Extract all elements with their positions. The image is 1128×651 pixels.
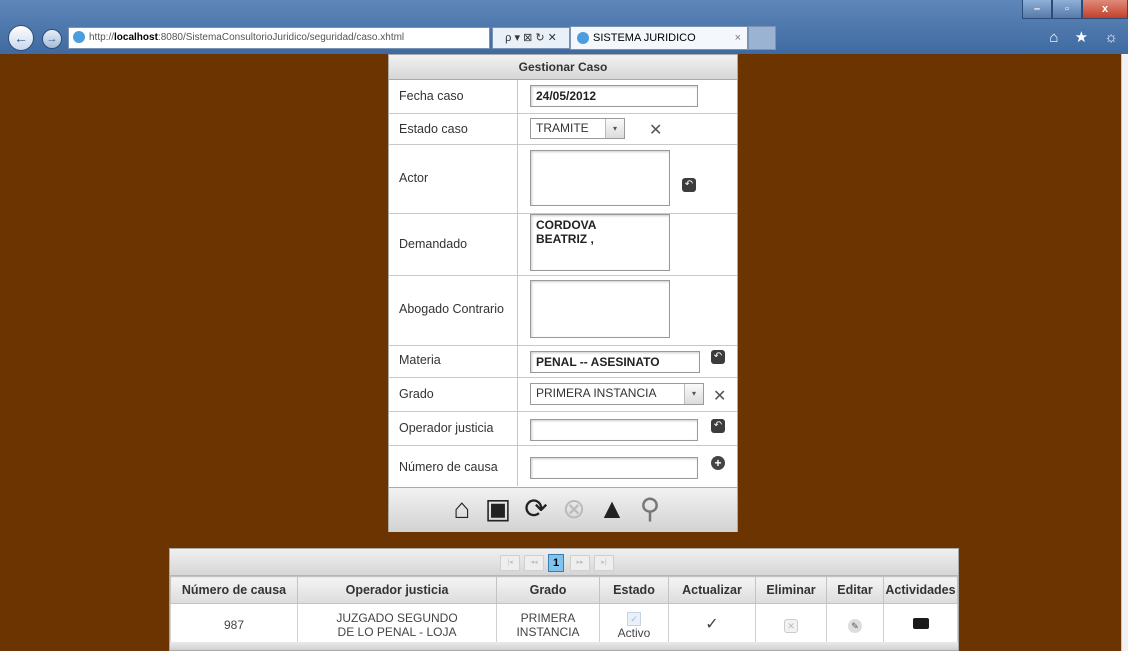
abogado-row: Abogado Contrario — [389, 276, 737, 346]
paginator-top: |◂ ◂◂ 1 ▸▸ ▸| — [170, 549, 958, 576]
col-actividades[interactable]: Actividades — [883, 576, 958, 604]
operador-input[interactable] — [530, 419, 698, 441]
cases-table: |◂ ◂◂ 1 ▸▸ ▸| Número de causa Operador j… — [169, 548, 959, 651]
url-host: localhost — [114, 32, 158, 43]
estado-label: Estado caso — [399, 122, 468, 136]
select-actor-icon[interactable]: ↶ — [682, 178, 696, 192]
grado-label: Grado — [399, 387, 434, 401]
col-operador[interactable]: Operador justicia — [297, 576, 497, 604]
actor-row: Actor ↶ — [389, 145, 737, 214]
form-toolbar: ⌂ ▣ ⟳ ⊗ ▲ ⚲ — [389, 487, 737, 532]
last-page-button[interactable]: ▸| — [594, 555, 614, 571]
cell-grado: PRIMERA INSTANCIA — [496, 603, 600, 647]
col-actualizar[interactable]: Actualizar — [668, 576, 756, 604]
cell-eliminar: ✕ — [755, 603, 827, 647]
col-editar[interactable]: Editar — [826, 576, 884, 604]
chevron-down-icon: ▾ — [684, 384, 703, 404]
grado-select[interactable]: PRIMERA INSTANCIA ▾ — [530, 383, 704, 405]
select-operador-icon[interactable]: ↶ — [711, 419, 725, 433]
back-button[interactable]: ← — [8, 25, 34, 51]
page-scrollbar[interactable] — [1121, 54, 1128, 651]
table-row: 987 JUZGADO SEGUNDO DE LO PENAL - LOJA P… — [170, 603, 958, 647]
numero-row: Número de causa + — [389, 446, 737, 486]
browser-tab[interactable]: SISTEMA JURIDICO × — [570, 26, 748, 50]
address-bar[interactable]: http://localhost:8080/SistemaConsultorio… — [68, 27, 490, 49]
save-icon[interactable]: ▣ — [481, 492, 515, 526]
url-path: :8080/SistemaConsultorioJuridico/segurid… — [157, 32, 405, 43]
grado-row: Grado PRIMERA INSTANCIA ▾ ✕ — [389, 378, 737, 412]
panel-title: Gestionar Caso — [389, 55, 737, 80]
estado-select[interactable]: TRAMITE ▾ — [530, 118, 625, 139]
cell-editar: ✎ — [826, 603, 884, 647]
col-estado[interactable]: Estado — [599, 576, 669, 604]
operador-label: Operador justicia — [399, 421, 494, 435]
grado-value: PRIMERA INSTANCIA — [536, 386, 657, 400]
demandado-row: Demandado CORDOVA BEATRIZ , — [389, 214, 737, 276]
page-1-button[interactable]: 1 — [548, 554, 564, 572]
browser-chrome: – ▫ x ← → http://localhost:8080/SistemaC… — [0, 0, 1128, 54]
select-materia-icon[interactable]: ↶ — [711, 350, 725, 364]
address-bar-tools[interactable]: ρ ▾ ⊠ ↻ ✕ — [492, 27, 570, 49]
prev-page-button[interactable]: ◂◂ — [524, 555, 544, 571]
tab-title: SISTEMA JURIDICO — [593, 32, 696, 44]
abogado-label: Abogado Contrario — [399, 302, 504, 316]
col-numero[interactable]: Número de causa — [170, 576, 298, 604]
edit-pencil-icon[interactable]: ✎ — [848, 618, 862, 633]
col-eliminar[interactable]: Eliminar — [755, 576, 827, 604]
col-grado[interactable]: Grado — [496, 576, 600, 604]
tools-icon[interactable]: ✕ — [649, 120, 662, 140]
estado-row: Estado caso TRAMITE ▾ ✕ — [389, 114, 737, 145]
actor-textarea[interactable] — [530, 150, 670, 206]
add-icon[interactable]: + — [711, 456, 725, 470]
maximize-button[interactable]: ▫ — [1052, 0, 1082, 19]
refresh-icon[interactable]: ⟳ — [519, 492, 553, 526]
cell-actividades — [883, 603, 958, 647]
home-icon[interactable]: ⌂ — [445, 492, 479, 526]
abogado-textarea[interactable] — [530, 280, 670, 338]
browser-right-icons[interactable]: ⌂ ★ ☼ — [1049, 28, 1124, 46]
new-tab-button[interactable] — [748, 26, 776, 50]
cell-numero: 987 — [170, 603, 298, 647]
materia-row: Materia PENAL -- ASESINATO ↶ — [389, 346, 737, 378]
fecha-input[interactable]: 24/05/2012 — [530, 85, 698, 107]
next-page-button[interactable]: ▸▸ — [570, 555, 590, 571]
ie-page-icon — [73, 31, 85, 44]
numero-input[interactable] — [530, 457, 698, 479]
fecha-label: Fecha caso — [399, 89, 464, 103]
estado-checkbox[interactable]: ✓ — [627, 611, 641, 626]
materia-label: Materia — [399, 353, 441, 367]
table-header-row: Número de causa Operador justicia Grado … — [170, 576, 958, 604]
close-window-button[interactable]: x — [1082, 0, 1128, 19]
estado-value: TRAMITE — [536, 121, 589, 135]
first-page-button[interactable]: |◂ — [500, 555, 520, 571]
fecha-row: Fecha caso 24/05/2012 — [389, 80, 737, 114]
tools-icon[interactable]: ✕ — [713, 386, 726, 406]
demandado-label: Demandado — [399, 237, 468, 251]
numero-label: Número de causa — [399, 460, 498, 474]
actor-label: Actor — [399, 171, 429, 185]
ie-tab-icon — [577, 32, 589, 45]
operador-row: Operador justicia ↶ — [389, 412, 737, 446]
delete-icon[interactable]: ⊗ — [557, 492, 591, 526]
delete-row-icon[interactable]: ✕ — [784, 618, 798, 633]
tab-close-icon[interactable]: × — [735, 27, 741, 49]
search-icon[interactable]: ⚲ — [633, 492, 667, 526]
chevron-down-icon: ▾ — [605, 119, 624, 138]
clear-icon[interactable]: ▲ — [595, 492, 629, 526]
minimize-button[interactable]: – — [1022, 0, 1052, 19]
demandado-textarea[interactable]: CORDOVA BEATRIZ , — [530, 214, 670, 271]
actualizar-check-icon[interactable]: ✓ — [668, 603, 756, 647]
cell-estado: ✓ Activo — [599, 603, 669, 647]
window-buttons: – ▫ x — [1022, 0, 1128, 20]
cases-grid: Número de causa Operador justicia Grado … — [170, 576, 958, 647]
materia-input[interactable]: PENAL -- ASESINATO — [530, 351, 700, 373]
estado-text: Activo — [617, 625, 651, 640]
cell-operador: JUZGADO SEGUNDO DE LO PENAL - LOJA — [297, 603, 497, 647]
gestionar-caso-panel: Gestionar Caso Fecha caso 24/05/2012 Est… — [388, 54, 738, 532]
url-prefix: http:// — [89, 32, 115, 43]
forward-button[interactable]: → — [42, 29, 62, 49]
paginator-bottom — [170, 642, 958, 650]
folder-icon[interactable] — [912, 618, 929, 629]
